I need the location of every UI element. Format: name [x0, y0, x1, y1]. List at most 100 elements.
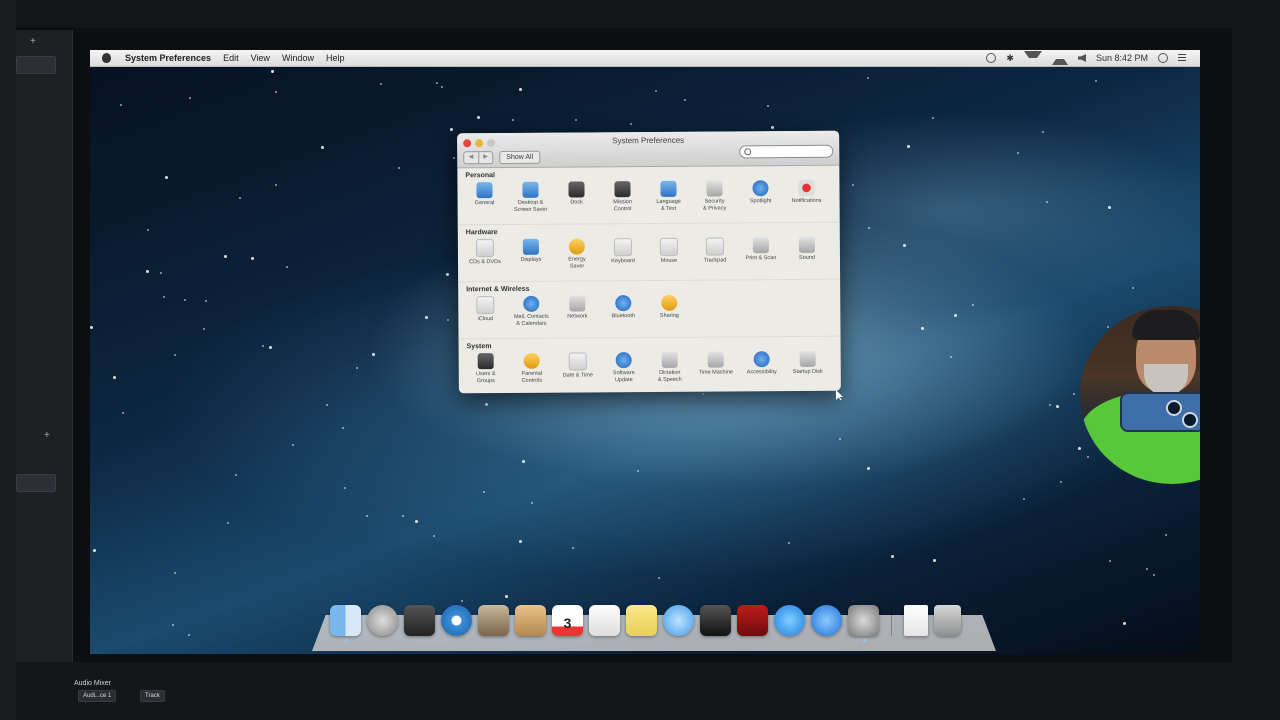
window-titlebar[interactable]: System Preferences ◀ ▶ Show All — [457, 130, 840, 169]
pref-pane-users[interactable]: Users & Groups — [463, 353, 509, 385]
finder-icon[interactable] — [330, 605, 361, 642]
search-input[interactable] — [739, 144, 834, 159]
mission-control-icon[interactable] — [404, 605, 435, 636]
pref-pane-displays[interactable]: Displays — [508, 238, 554, 271]
notes-icon[interactable] — [626, 605, 657, 636]
menu-window[interactable]: Window — [282, 53, 314, 63]
back-icon[interactable]: ◀ — [464, 152, 479, 164]
section-title: Internet & Wireless — [466, 285, 530, 294]
update-icon — [615, 352, 632, 369]
pref-pane-label: Users & Groups — [475, 371, 496, 385]
document-icon[interactable] — [904, 605, 928, 636]
star — [275, 91, 277, 93]
pref-pane-clock[interactable]: Date & Time — [555, 352, 601, 384]
star — [425, 316, 428, 319]
menu-view[interactable]: View — [251, 53, 270, 63]
pref-pane-security[interactable]: Security & Privacy — [691, 180, 737, 212]
pref-pane-cd[interactable]: CDs & DVDs — [462, 239, 508, 271]
bluetooth-icon[interactable]: ✱ — [1006, 53, 1014, 64]
menu-edit[interactable]: Edit — [223, 53, 239, 63]
star — [275, 184, 277, 186]
trash-icon[interactable] — [934, 605, 961, 636]
pref-pane-notifications[interactable]: Notifications — [783, 179, 829, 212]
camera-lens-icon — [1182, 412, 1198, 428]
pref-pane-disk[interactable]: Startup Disk — [785, 350, 831, 383]
reminders-icon[interactable] — [589, 605, 620, 636]
time-machine-icon — [707, 351, 724, 368]
pref-pane-mouse[interactable]: Mouse — [646, 237, 692, 270]
star — [453, 157, 455, 159]
pref-pane-dock[interactable]: Dock — [553, 181, 599, 213]
pref-pane-accessibility[interactable]: Accessibility — [739, 351, 785, 383]
pref-pane-label: Dictation & Speech — [657, 369, 682, 383]
pref-pane-keyboard[interactable]: Keyboard — [600, 238, 646, 270]
pref-pane-energy[interactable]: Energy Saver — [554, 238, 600, 270]
star — [461, 600, 463, 602]
pref-pane-label: Software Update — [612, 370, 635, 384]
spotlight-icon[interactable] — [1158, 53, 1168, 63]
system-preferences-icon[interactable] — [848, 605, 879, 642]
pref-pane-network[interactable]: Network — [554, 295, 600, 327]
audio-mixer-track[interactable]: Track — [140, 690, 165, 702]
menu-help[interactable]: Help — [326, 53, 345, 63]
notification-center-icon[interactable] — [1178, 54, 1186, 62]
calendar-icon[interactable]: 3 — [552, 605, 583, 636]
pref-pane-spotlight[interactable]: Spotlight — [737, 180, 783, 212]
star — [205, 300, 207, 302]
eject-icon[interactable] — [1051, 51, 1068, 65]
pref-pane-sound[interactable]: Sound — [784, 236, 830, 269]
star — [954, 314, 957, 317]
pref-pane-time-machine[interactable]: Time Machine — [693, 351, 739, 383]
show-all-button[interactable]: Show All — [499, 150, 541, 165]
mac-desktop: System Preferences Edit View Window Help… — [90, 50, 1200, 654]
spotlight-icon — [752, 180, 769, 197]
star — [262, 345, 264, 347]
forward-icon[interactable]: ▶ — [479, 152, 493, 163]
star — [522, 460, 525, 463]
running-indicator — [344, 639, 348, 642]
apple-icon[interactable] — [102, 53, 111, 63]
pref-pane-update[interactable]: Software Update — [601, 352, 647, 384]
pref-pane-mission-control[interactable]: Mission Control — [599, 181, 645, 213]
wifi-icon[interactable] — [1023, 50, 1042, 66]
pref-pane-language[interactable]: Language & Text — [645, 180, 691, 213]
contacts-icon[interactable] — [515, 605, 546, 636]
preview-icon[interactable] — [478, 605, 509, 636]
safari-icon[interactable] — [441, 605, 472, 636]
add-icon[interactable]: + — [44, 430, 50, 441]
pref-pane-sharing[interactable]: Sharing — [646, 294, 692, 327]
star — [921, 327, 924, 330]
webcam-phone — [1120, 392, 1200, 432]
star — [446, 273, 449, 276]
pref-pane-parental[interactable]: Parental Controls — [509, 352, 555, 385]
network-icon — [569, 295, 586, 312]
pref-pane-trackpad[interactable]: Trackpad — [692, 237, 738, 269]
volume-icon[interactable] — [1077, 54, 1086, 62]
pref-pane-icloud[interactable]: iCloud — [462, 296, 508, 328]
pref-pane-mail[interactable]: Mail, Contacts & Calendars — [508, 295, 554, 328]
pref-pane-label: Desktop & Screen Saver — [513, 199, 548, 213]
pref-pane-bluetooth[interactable]: Bluetooth — [600, 295, 646, 327]
itunes-icon[interactable] — [774, 605, 805, 636]
photo-booth-icon[interactable] — [737, 605, 768, 636]
audio-mixer-source[interactable]: Audi...ce 1 — [78, 690, 117, 702]
trackpad-icon — [705, 237, 724, 256]
launchpad-icon[interactable] — [367, 605, 398, 636]
host-slot[interactable] — [16, 474, 56, 492]
add-icon[interactable]: + — [30, 36, 36, 47]
facetime-icon[interactable] — [700, 605, 731, 636]
host-slot[interactable] — [16, 56, 56, 74]
clock-icon — [568, 352, 587, 371]
back-forward-control[interactable]: ◀ ▶ — [463, 151, 494, 165]
time-machine-icon[interactable] — [986, 53, 997, 63]
app-store-icon[interactable] — [811, 605, 842, 636]
pref-pane-desktop[interactable]: Desktop & Screen Saver — [507, 181, 553, 214]
messages-icon[interactable] — [663, 605, 694, 636]
pref-pane-printer[interactable]: Print & Scan — [738, 237, 784, 269]
menubar-clock[interactable]: Sun 8:42 PM — [1096, 53, 1148, 63]
menu-app-name[interactable]: System Preferences — [125, 53, 211, 63]
star — [950, 356, 952, 358]
pref-pane-general[interactable]: General — [461, 182, 507, 214]
star — [903, 244, 906, 247]
pref-pane-microphone[interactable]: Dictation & Speech — [647, 351, 693, 384]
